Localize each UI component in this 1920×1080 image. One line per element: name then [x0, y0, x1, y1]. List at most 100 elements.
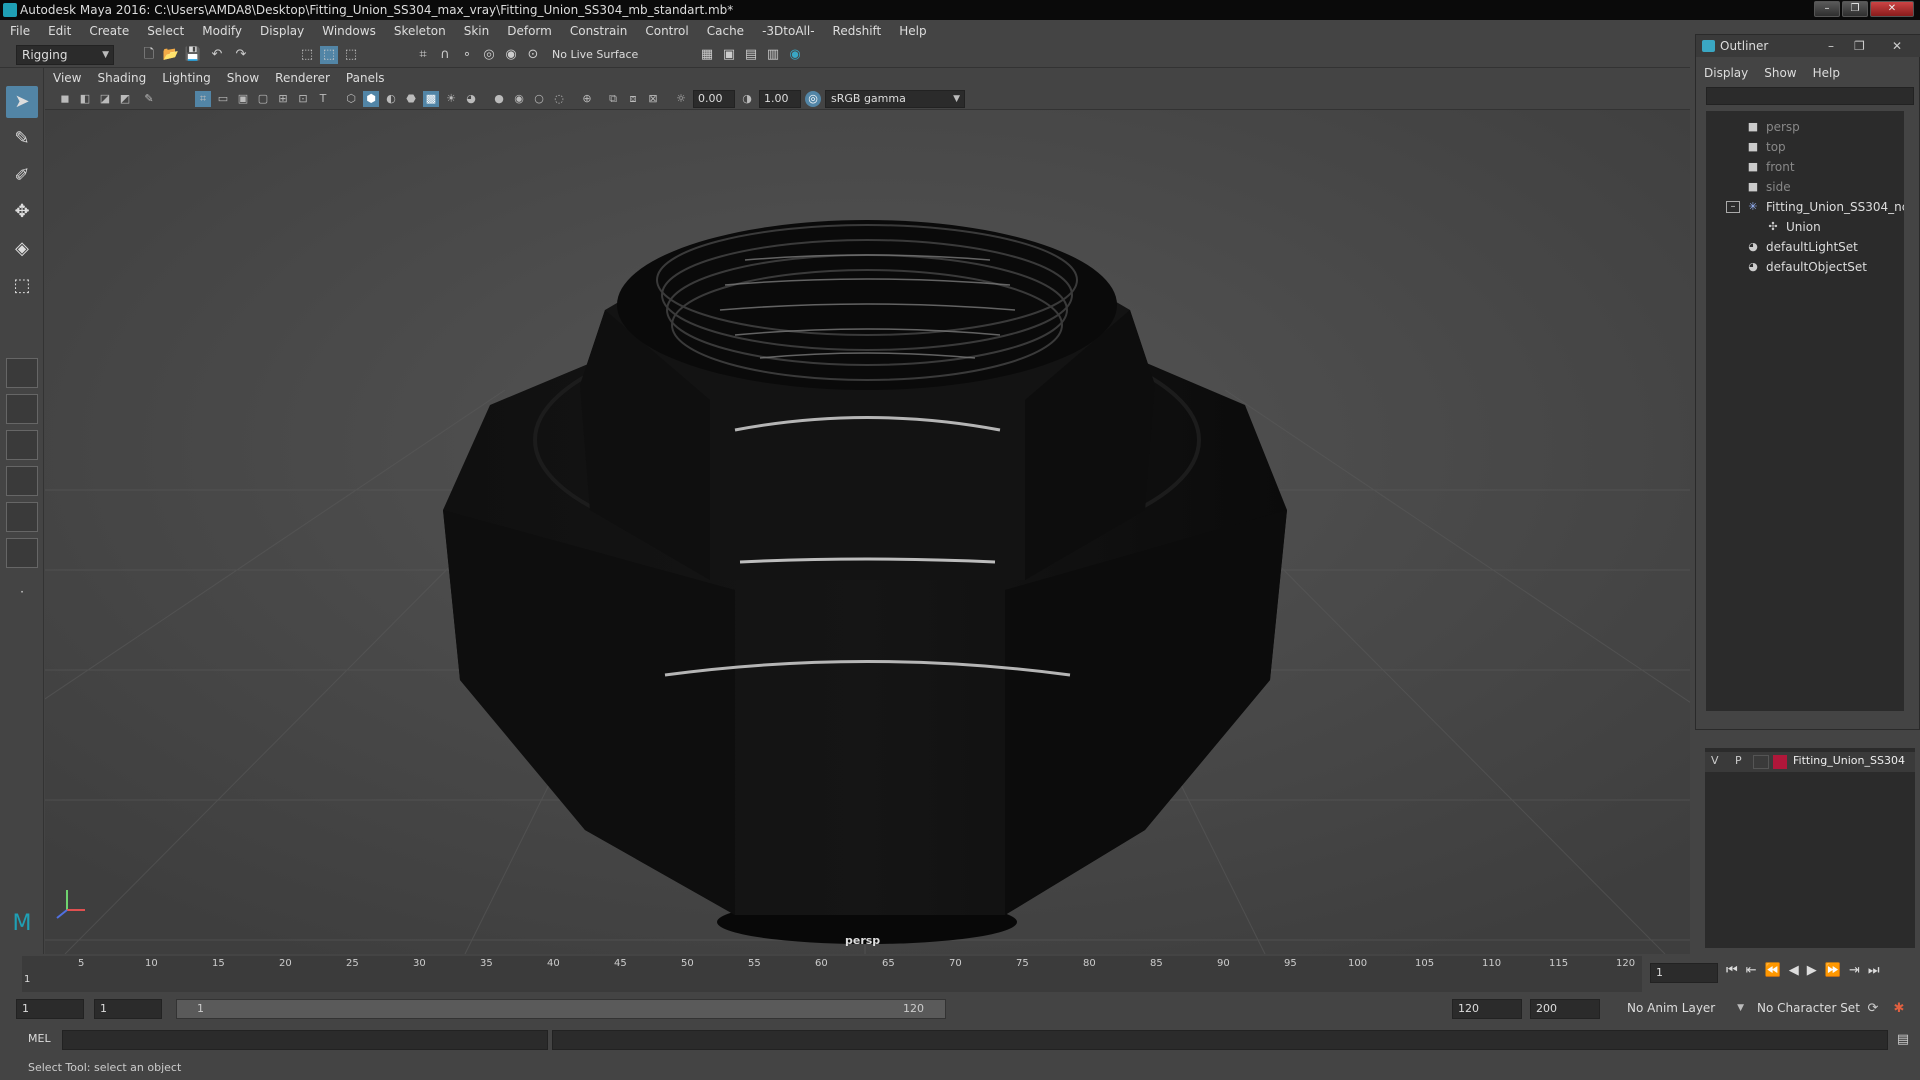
script-editor-icon[interactable]: ▤ [1894, 1031, 1912, 1049]
outliner-menu-help[interactable]: Help [1805, 63, 1848, 83]
range-slider[interactable]: 1 120 [176, 999, 946, 1019]
safe-action-icon[interactable]: ⊡ [295, 91, 311, 107]
menu-skeleton[interactable]: Skeleton [384, 20, 454, 42]
isolate-select-icon[interactable]: ⊕ [579, 91, 595, 107]
grease-pencil-icon[interactable]: ✎ [141, 91, 157, 107]
undo-icon[interactable]: ↶ [208, 46, 226, 64]
move-tool-icon[interactable]: ✥ [6, 196, 38, 228]
viewport-menu-show[interactable]: Show [219, 68, 267, 88]
anti-aliasing-icon[interactable]: ○ [531, 91, 547, 107]
collapse-icon[interactable]: – [1726, 201, 1740, 213]
select-hierarchy-icon[interactable]: ⬚ [298, 46, 316, 64]
mel-label[interactable]: MEL [28, 1032, 51, 1045]
menu-redshift[interactable]: Redshift [823, 20, 890, 42]
render-view-icon[interactable]: ▥ [764, 46, 782, 64]
viewport-menu-renderer[interactable]: Renderer [267, 68, 338, 88]
snap-point-icon[interactable]: ∘ [458, 46, 476, 64]
outliner-maximize-button[interactable]: ❐ [1854, 35, 1865, 57]
list-item[interactable]: ◕ defaultObjectSet [1706, 257, 1904, 277]
camera-select-icon[interactable]: ◼ [57, 91, 73, 107]
layer-name[interactable]: Fitting_Union_SS304 [1793, 754, 1905, 767]
motion-blur-icon[interactable]: ◉ [511, 91, 527, 107]
exposure-icon[interactable]: ☼ [673, 91, 689, 107]
viewport-menu-view[interactable]: View [45, 68, 89, 88]
hypershade-layout-icon[interactable] [6, 502, 38, 532]
paint-select-icon[interactable]: ✐ [6, 160, 38, 192]
menu-3dtoall[interactable]: -3DtoAll- [752, 20, 822, 42]
viewport-menu-panels[interactable]: Panels [338, 68, 393, 88]
menu-select[interactable]: Select [137, 20, 192, 42]
exposure-field[interactable]: 0.00 [693, 90, 735, 108]
save-scene-icon[interactable]: 💾 [184, 46, 202, 64]
snap-live-icon[interactable]: ⊙ [524, 46, 542, 64]
ipr-render-icon[interactable]: ▤ [742, 46, 760, 64]
menu-cache[interactable]: Cache [697, 20, 752, 42]
menu-deform[interactable]: Deform [497, 20, 560, 42]
menu-windows[interactable]: Windows [312, 20, 384, 42]
film-gate-icon[interactable]: ▭ [215, 91, 231, 107]
close-button[interactable]: ✕ [1870, 1, 1914, 17]
grid-icon[interactable]: ⌗ [195, 91, 211, 107]
xray-joints-icon[interactable]: ⧈ [625, 91, 641, 107]
select-tool-icon[interactable]: ➤ [6, 86, 38, 118]
four-view-layout-icon[interactable] [6, 394, 38, 424]
bookmark-icon[interactable]: ◪ [97, 91, 113, 107]
anim-layer-dropdown[interactable]: No Anim Layer ▼ [1622, 999, 1748, 1019]
scene-canvas[interactable] [45, 110, 1690, 954]
ambient-occlusion-icon[interactable]: ● [491, 91, 507, 107]
hypershade-icon[interactable]: ◉ [786, 46, 804, 64]
color-management-icon[interactable]: ◎ [805, 91, 821, 107]
open-scene-icon[interactable]: 📂 [162, 46, 180, 64]
outliner-list[interactable]: ■ persp ■ top ■ front ■ side – ✳ Fitting_Union… [1706, 111, 1904, 711]
smooth-shade-icon[interactable]: ⬢ [363, 91, 379, 107]
image-plane-icon[interactable]: ◩ [117, 91, 133, 107]
viewport-menu-shading[interactable]: Shading [89, 68, 154, 88]
single-perspective-layout-icon[interactable] [6, 358, 38, 388]
playback-controls[interactable]: ⏮⇤⏪◀▶⏩⇥⏭ [1726, 963, 1916, 983]
viewport-menu-lighting[interactable]: Lighting [154, 68, 219, 88]
outliner-close-button[interactable]: ✕ [1892, 35, 1902, 57]
textured-icon[interactable]: ▩ [423, 91, 439, 107]
menu-help[interactable]: Help [889, 20, 934, 42]
xray-icon[interactable]: ⧉ [605, 91, 621, 107]
menu-constrain[interactable]: Constrain [560, 20, 636, 42]
minimize-button[interactable]: – [1814, 1, 1840, 17]
animation-prefs-icon[interactable]: ✱ [1890, 1000, 1908, 1018]
list-item[interactable]: –✳ Fitting_Union_SS304_ncl1_ [1706, 197, 1904, 217]
xray-components-icon[interactable]: ⊠ [645, 91, 661, 107]
gate-mask-icon[interactable]: ▢ [255, 91, 271, 107]
lasso-tool-icon[interactable]: ✎ [6, 123, 38, 155]
snap-curve-icon[interactable]: ∩ [436, 46, 454, 64]
maximize-button[interactable]: ❐ [1842, 1, 1868, 17]
new-scene-icon[interactable]: 🗋 [140, 46, 158, 64]
menu-create[interactable]: Create [79, 20, 137, 42]
camera-attributes-icon[interactable]: ◧ [77, 91, 93, 107]
select-object-icon[interactable]: ⬚ [320, 46, 338, 64]
outliner-menu-show[interactable]: Show [1756, 63, 1804, 83]
snap-grid-icon[interactable]: ⌗ [414, 46, 432, 64]
menu-set-dropdown[interactable]: Rigging ▼ [16, 45, 114, 65]
depth-of-field-icon[interactable]: ◌ [551, 91, 567, 107]
list-item[interactable]: ■ top [1706, 137, 1904, 157]
start-time-field[interactable]: 1 [16, 999, 84, 1019]
outliner-menu-display[interactable]: Display [1696, 63, 1756, 83]
scale-tool-icon[interactable]: ⬚ [6, 270, 38, 302]
end-time-field[interactable]: 200 [1530, 999, 1600, 1019]
view-transform-dropdown[interactable]: sRGB gamma ▼ [825, 90, 965, 108]
list-item[interactable]: ■ front [1706, 157, 1904, 177]
time-ruler[interactable] [22, 956, 1642, 992]
menu-edit[interactable]: Edit [38, 20, 79, 42]
layer-color-swatch[interactable] [1773, 755, 1787, 769]
viewport-panel[interactable]: View Shading Lighting Show Renderer Panels ◼ … [45, 68, 1690, 954]
select-component-icon[interactable]: ⬚ [342, 46, 360, 64]
mel-input[interactable] [62, 1030, 548, 1050]
menu-file[interactable]: File [0, 20, 38, 42]
field-chart-icon[interactable]: ⊞ [275, 91, 291, 107]
layer-display-type-toggle[interactable] [1753, 755, 1769, 769]
render-frame-icon[interactable]: ▣ [720, 46, 738, 64]
redo-icon[interactable]: ↷ [232, 46, 250, 64]
wireframe-on-shaded-icon[interactable]: ⬣ [403, 91, 419, 107]
list-item[interactable]: ■ persp [1706, 117, 1904, 137]
playback-end-field[interactable]: 120 [1452, 999, 1522, 1019]
menu-skin[interactable]: Skin [454, 20, 498, 42]
